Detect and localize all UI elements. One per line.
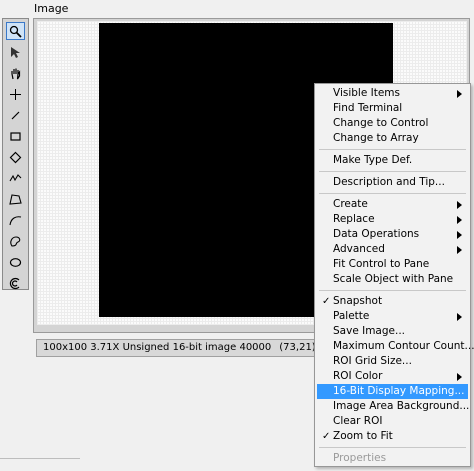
image-info-bar: 100x100 3.71X Unsigned 16-bit image 4000… bbox=[36, 339, 316, 357]
menu-item-palette[interactable]: Palette bbox=[317, 309, 468, 324]
freehand-line-icon bbox=[9, 173, 22, 181]
menu-item-clear-roi[interactable]: Clear ROI bbox=[317, 414, 468, 429]
polygon-icon bbox=[9, 193, 22, 205]
menu-separator bbox=[319, 447, 466, 448]
checkmark-icon: ✓ bbox=[322, 431, 331, 442]
submenu-arrow-icon bbox=[457, 216, 462, 224]
menu-item-make-type-def[interactable]: Make Type Def. bbox=[317, 153, 468, 168]
menu-item-scale-object-with-pane[interactable]: Scale Object with Pane bbox=[317, 272, 468, 287]
freehand-line-tool[interactable] bbox=[6, 169, 25, 187]
diamond-icon bbox=[9, 151, 22, 163]
submenu-arrow-icon bbox=[457, 246, 462, 254]
menu-item-snapshot[interactable]: ✓ Snapshot bbox=[317, 294, 468, 309]
checkmark-icon: ✓ bbox=[322, 296, 331, 307]
menu-item-data-operations[interactable]: Data Operations bbox=[317, 227, 468, 242]
pan-tool[interactable] bbox=[6, 64, 25, 82]
menu-separator bbox=[319, 171, 466, 172]
submenu-arrow-icon bbox=[457, 313, 462, 321]
zoom-tool[interactable] bbox=[6, 22, 25, 40]
menu-item-visible-items[interactable]: Visible Items bbox=[317, 86, 468, 101]
menu-item-find-terminal[interactable]: Find Terminal bbox=[317, 101, 468, 116]
menu-item-create[interactable]: Create bbox=[317, 197, 468, 212]
freehand-region-icon bbox=[10, 235, 21, 247]
menu-item-change-to-control[interactable]: Change to Control bbox=[317, 116, 468, 131]
menu-separator bbox=[319, 149, 466, 150]
image-info-text: 100x100 3.71X Unsigned 16-bit image 4000… bbox=[43, 342, 272, 353]
menu-item-roi-grid-size[interactable]: ROI Grid Size... bbox=[317, 354, 468, 369]
image-control-label: Image bbox=[34, 2, 69, 15]
annulus-icon bbox=[9, 277, 20, 289]
menu-item-fit-control-to-pane[interactable]: Fit Control to Pane bbox=[317, 257, 468, 272]
annulus-tool[interactable] bbox=[6, 274, 25, 292]
crosshair-icon bbox=[10, 88, 21, 100]
submenu-arrow-icon bbox=[457, 90, 462, 98]
menu-item-save-image[interactable]: Save Image... bbox=[317, 324, 468, 339]
tools-palette bbox=[2, 18, 29, 290]
menu-item-image-area-background[interactable]: Image Area Background... bbox=[317, 399, 469, 414]
cursor-coordinates: (73,21) bbox=[279, 342, 316, 353]
rectangle-tool[interactable] bbox=[6, 127, 25, 145]
magnifier-icon bbox=[9, 25, 22, 38]
freehand-region-tool[interactable] bbox=[6, 232, 25, 250]
submenu-arrow-icon bbox=[457, 231, 462, 239]
menu-item-maximum-contour-count[interactable]: Maximum Contour Count... bbox=[317, 339, 474, 354]
menu-item-replace[interactable]: Replace bbox=[317, 212, 468, 227]
curve-icon bbox=[9, 215, 22, 225]
oval-icon bbox=[9, 257, 22, 267]
rectangle-icon bbox=[10, 131, 21, 141]
context-menu: Visible Items Find Terminal Change to Co… bbox=[314, 83, 474, 467]
oval-tool[interactable] bbox=[6, 253, 25, 271]
menu-item-description-and-tip[interactable]: Description and Tip... bbox=[317, 175, 468, 190]
hand-icon bbox=[11, 68, 21, 79]
menu-item-advanced[interactable]: Advanced bbox=[317, 242, 468, 257]
divider bbox=[0, 458, 80, 471]
menu-separator bbox=[319, 193, 466, 194]
polygon-tool[interactable] bbox=[6, 190, 25, 208]
menu-item-properties: Properties bbox=[333, 452, 387, 464]
menu-item-roi-color[interactable]: ROI Color bbox=[317, 369, 468, 384]
menu-item-zoom-to-fit[interactable]: ✓ Zoom to Fit bbox=[317, 429, 468, 444]
line-icon bbox=[11, 111, 20, 119]
arrow-pointer-icon bbox=[11, 46, 20, 58]
freehand-curve-tool[interactable] bbox=[6, 211, 25, 229]
pointer-tool[interactable] bbox=[6, 43, 25, 61]
line-tool[interactable] bbox=[6, 106, 25, 124]
menu-item-change-to-array[interactable]: Change to Array bbox=[317, 131, 468, 146]
point-tool[interactable] bbox=[6, 85, 25, 103]
menu-separator bbox=[319, 290, 466, 291]
submenu-arrow-icon bbox=[457, 201, 462, 209]
rotated-rectangle-tool[interactable] bbox=[6, 148, 25, 166]
menu-item-16-bit-display-mapping[interactable]: 16-Bit Display Mapping... bbox=[317, 384, 468, 399]
submenu-arrow-icon bbox=[457, 373, 462, 381]
